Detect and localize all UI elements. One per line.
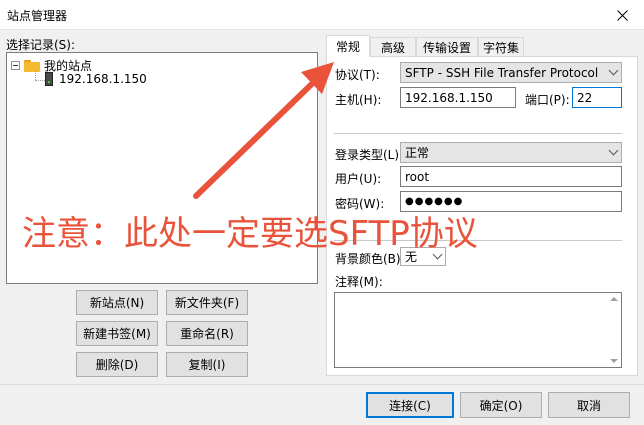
cancel-button[interactable]: 取消 bbox=[548, 392, 630, 418]
protocol-value: SFTP - SSH File Transfer Protocol bbox=[405, 65, 599, 80]
select-entry-label: 选择记录(S): bbox=[6, 38, 76, 52]
chevron-down-icon bbox=[608, 65, 619, 75]
host-field[interactable]: 192.168.1.150 bbox=[400, 87, 516, 108]
rename-button[interactable]: 重命名(R) bbox=[166, 321, 248, 346]
new-site-button[interactable]: 新站点(N) bbox=[76, 290, 158, 315]
tab-charset[interactable]: 字符集 bbox=[478, 37, 524, 56]
port-label: 端口(P): bbox=[525, 93, 570, 107]
tab-advanced[interactable]: 高级 bbox=[370, 37, 416, 56]
tab-general[interactable]: 常规 bbox=[326, 35, 370, 57]
annotation-text: 注意：此处一定要选SFTP协议 bbox=[22, 214, 478, 254]
tab-transfer-settings[interactable]: 传输设置 bbox=[416, 37, 478, 56]
host-label: 主机(H): bbox=[335, 93, 382, 107]
title-bar: 站点管理器 bbox=[0, 0, 644, 30]
scroll-up-icon[interactable] bbox=[610, 297, 618, 301]
new-folder-button[interactable]: 新文件夹(F) bbox=[166, 290, 248, 315]
folder-icon bbox=[24, 59, 40, 72]
new-bookmark-button[interactable]: 新建书签(M) bbox=[76, 321, 158, 346]
close-button[interactable] bbox=[600, 0, 644, 30]
protocol-label: 协议(T): bbox=[335, 68, 380, 82]
logon-type-label: 登录类型(L): bbox=[335, 148, 404, 162]
user-field[interactable]: root bbox=[400, 166, 622, 187]
notes-label: 注释(M): bbox=[335, 275, 383, 289]
divider bbox=[334, 133, 622, 134]
ok-button[interactable]: 确定(O) bbox=[460, 392, 542, 418]
window-title: 站点管理器 bbox=[7, 9, 68, 23]
user-label: 用户(U): bbox=[335, 172, 382, 186]
server-icon bbox=[45, 72, 53, 86]
notes-textarea[interactable] bbox=[334, 292, 622, 368]
chevron-down-icon bbox=[608, 145, 619, 155]
tree-item-label: 192.168.1.150 bbox=[59, 72, 147, 86]
footer-divider bbox=[0, 384, 644, 385]
logon-type-select[interactable]: 正常 bbox=[400, 142, 622, 163]
delete-button[interactable]: 删除(D) bbox=[76, 352, 158, 377]
copy-button[interactable]: 复制(I) bbox=[166, 352, 248, 377]
logon-type-value: 正常 bbox=[405, 146, 430, 160]
port-field[interactable]: 22 bbox=[572, 87, 622, 108]
tree-item-site[interactable]: 192.168.1.150 bbox=[45, 72, 147, 86]
protocol-select[interactable]: SFTP - SSH File Transfer Protocol bbox=[400, 62, 622, 83]
close-icon bbox=[616, 9, 628, 21]
collapse-toggle[interactable] bbox=[11, 61, 20, 70]
connect-button[interactable]: 连接(C) bbox=[366, 392, 454, 418]
scroll-down-icon[interactable] bbox=[610, 359, 618, 363]
